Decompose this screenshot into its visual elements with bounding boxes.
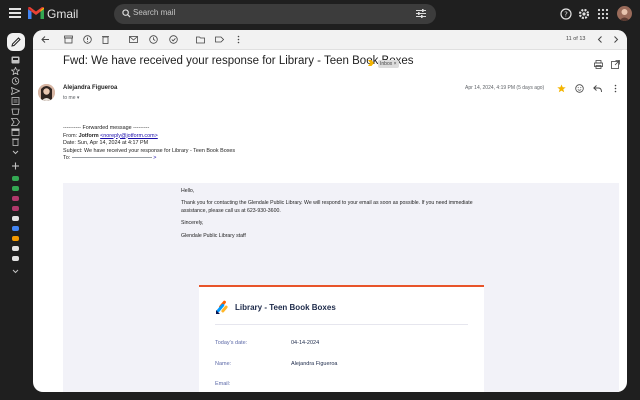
- form-title: Library - Teen Book Boxes: [235, 303, 336, 312]
- forwarded-divider: ---------- Forwarded message ---------: [63, 125, 150, 131]
- gmail-logo-icon[interactable]: [28, 7, 44, 19]
- more-labels-chevron-icon[interactable]: [11, 267, 20, 275]
- important-marker-icon[interactable]: [368, 60, 374, 66]
- help-icon[interactable]: ?: [560, 8, 572, 20]
- account-avatar[interactable]: [617, 6, 632, 21]
- more-vert-icon[interactable]: [234, 35, 243, 44]
- label-icon-white[interactable]: [12, 216, 19, 221]
- recipient-line[interactable]: to me ▾: [63, 95, 79, 101]
- form-divider: [215, 324, 468, 325]
- apps-grid-icon[interactable]: [597, 8, 609, 20]
- trash-icon[interactable]: [11, 138, 20, 146]
- forwarded-from: From: Jotform <noreply@jotform.com>: [63, 133, 235, 141]
- label-icon-blue[interactable]: [12, 226, 19, 231]
- label-icon-green[interactable]: [12, 186, 19, 191]
- report-spam-icon[interactable]: [83, 35, 92, 44]
- inbox-label-text: Inbox: [380, 61, 393, 67]
- archive-icon[interactable]: [64, 35, 73, 44]
- redacted-recipient: [71, 157, 152, 159]
- field-label-date: Today's date:: [215, 340, 248, 346]
- newer-chevron-left-icon[interactable]: [596, 35, 605, 44]
- main-menu-icon[interactable]: [9, 8, 21, 18]
- label-icon-orange[interactable]: [12, 236, 19, 241]
- pagination-count: 11 of 13: [566, 36, 586, 42]
- from-prefix: From:: [63, 132, 78, 139]
- message-view: 11 of 13 Fwd: We have received your resp…: [33, 30, 627, 392]
- label-icon-magenta[interactable]: [12, 206, 19, 211]
- reply-icon[interactable]: [593, 84, 602, 93]
- star-icon[interactable]: [557, 84, 566, 93]
- label-icon-magenta[interactable]: [12, 196, 19, 201]
- important-icon[interactable]: [11, 118, 20, 126]
- archive-icon[interactable]: [11, 128, 20, 136]
- app-name: Gmail: [47, 7, 79, 21]
- sent-icon[interactable]: [11, 87, 20, 95]
- starred-icon[interactable]: [11, 67, 20, 75]
- forwarded-header: ---------- Forwarded message --------- F…: [63, 125, 235, 163]
- label-icon-white[interactable]: [12, 246, 19, 251]
- from-name: Jotform: [78, 132, 99, 139]
- pencil-icon: [11, 37, 21, 47]
- delete-icon[interactable]: [101, 35, 110, 44]
- forwarded-subject: Subject: We have received your response …: [63, 147, 236, 154]
- recipient-end-mark: >: [153, 155, 157, 161]
- email-greeting: Hello,: [181, 188, 195, 194]
- label-icon-white[interactable]: [12, 256, 19, 261]
- label-icon[interactable]: [215, 35, 224, 44]
- field-label-name: Name:: [215, 361, 232, 367]
- search-icon[interactable]: [122, 9, 131, 18]
- print-icon[interactable]: [594, 60, 603, 69]
- from-email-link[interactable]: <noreply@jotform.com>: [100, 133, 158, 139]
- more-options-icon[interactable]: [611, 84, 620, 93]
- purchases-icon[interactable]: [11, 107, 20, 115]
- inbox-label-badge[interactable]: Inbox ×: [378, 60, 399, 68]
- back-arrow-icon[interactable]: [41, 35, 50, 44]
- to-prefix: To:: [63, 155, 71, 161]
- form-response-card: Library - Teen Book Boxes Today's date: …: [199, 285, 484, 392]
- snooze-icon[interactable]: [149, 35, 158, 44]
- drafts-icon[interactable]: [11, 97, 20, 105]
- settings-gear-icon[interactable]: [578, 8, 590, 20]
- field-label-email: Email:: [215, 381, 231, 387]
- compose-button[interactable]: [7, 33, 25, 51]
- field-value-name: Alejandra Figueroa: [291, 361, 338, 367]
- add-reaction-icon[interactable]: [575, 84, 584, 93]
- recipient-text: to me: [63, 95, 76, 101]
- email-body: Hello, Thank you for contacting the Glen…: [181, 188, 491, 245]
- recipient-details-chevron-icon[interactable]: ▾: [77, 95, 80, 101]
- add-label-icon[interactable]: [11, 162, 20, 170]
- forwarded-date: Date: Sun, Apr 14, 2024 at 4:17 PM: [63, 140, 149, 146]
- svg-text:?: ?: [564, 11, 568, 19]
- left-rail: [0, 30, 32, 400]
- add-task-icon[interactable]: [169, 35, 178, 44]
- message-toolbar: 11 of 13: [33, 30, 627, 50]
- more-chevron-down-icon[interactable]: [11, 148, 20, 156]
- move-to-icon[interactable]: [196, 35, 205, 44]
- sender-name[interactable]: Alejandra Figueroa: [63, 85, 117, 91]
- message-date: Apr 14, 2024, 4:19 PM (5 days ago): [465, 85, 545, 91]
- search-input[interactable]: Search mail: [133, 8, 175, 17]
- search-bar[interactable]: Search mail: [114, 4, 436, 24]
- field-value-date: 04-14-2024: [291, 340, 320, 346]
- message-subject: Fwd: We have received your response for …: [63, 55, 414, 67]
- email-signature: Glendale Public Library staff: [181, 232, 246, 239]
- open-new-window-icon[interactable]: [611, 60, 620, 69]
- email-closing: Sincerely,: [181, 220, 204, 227]
- snoozed-icon[interactable]: [11, 77, 20, 85]
- older-chevron-right-icon[interactable]: [611, 35, 620, 44]
- jotform-logo-icon: [216, 300, 228, 314]
- forwarded-to: To: >: [63, 155, 235, 163]
- search-options-icon[interactable]: [416, 9, 426, 18]
- sender-avatar[interactable]: [38, 84, 55, 101]
- remove-label-icon[interactable]: ×: [394, 61, 397, 67]
- inbox-icon[interactable]: [11, 56, 20, 64]
- email-paragraph: Thank you for contacting the Glendale Pu…: [181, 200, 473, 214]
- top-bar: Gmail Search mail ?: [0, 0, 640, 30]
- label-icon-green[interactable]: [12, 176, 19, 181]
- mark-unread-icon[interactable]: [129, 35, 138, 44]
